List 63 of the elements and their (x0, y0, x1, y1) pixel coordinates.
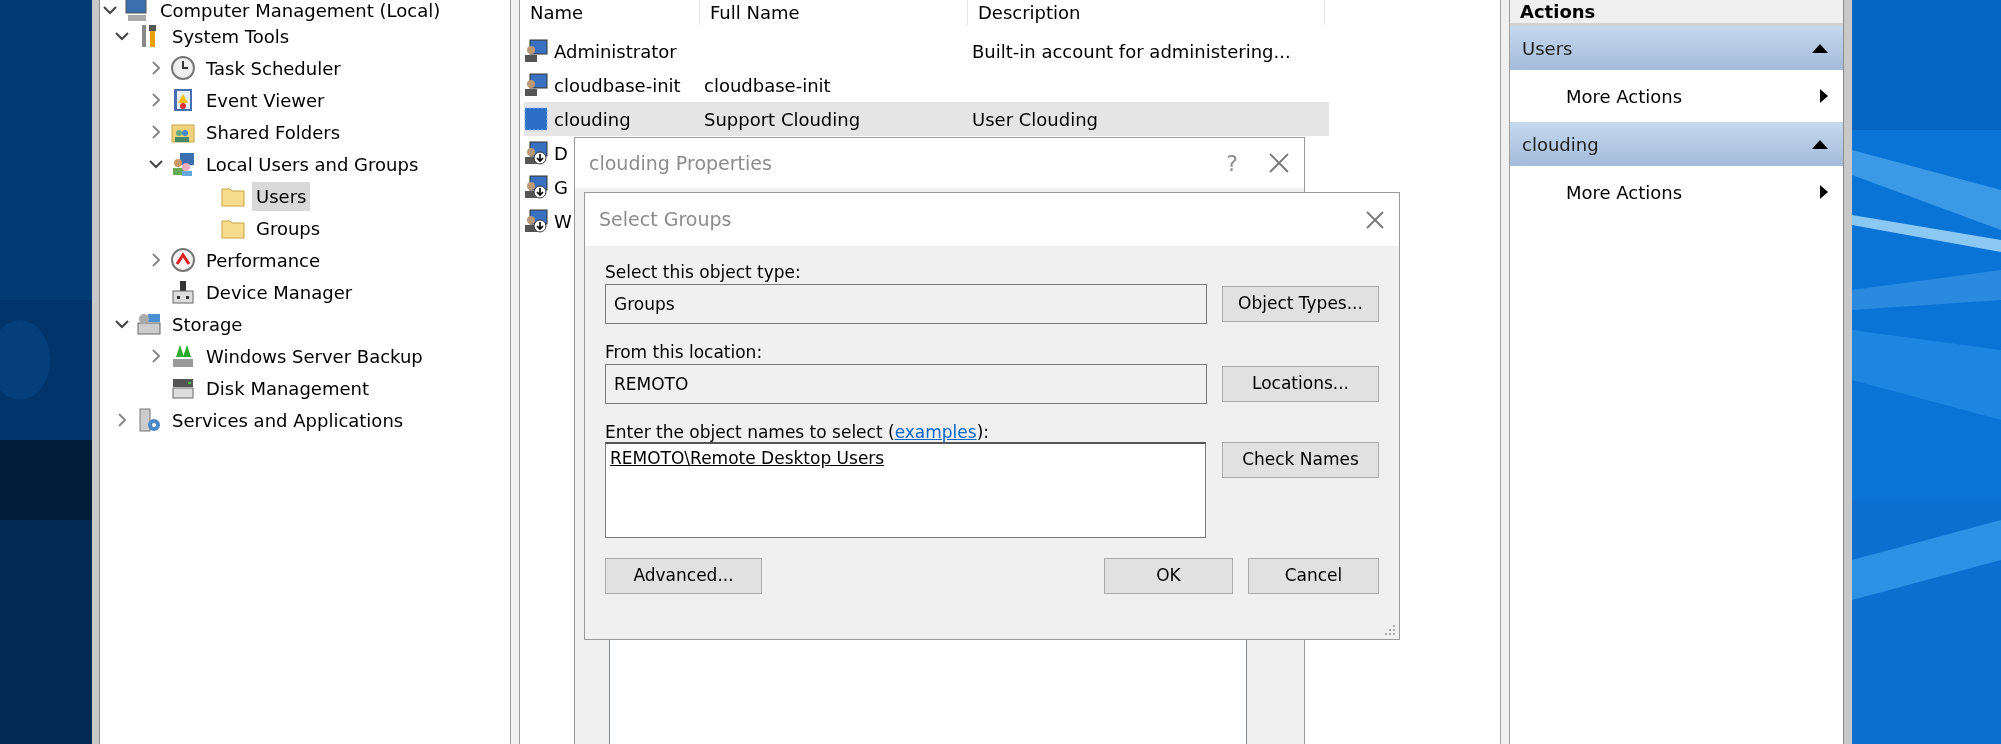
tree-item[interactable]: Groups (252, 213, 325, 243)
table-cell: Built-in account for administering... (972, 40, 1291, 62)
tree-item[interactable]: Performance (202, 245, 325, 275)
tree-item[interactable]: Services and Applications (168, 405, 408, 435)
computer-icon (124, 0, 150, 23)
section-header[interactable]: Users (1510, 26, 1843, 70)
table-cell: clouding (554, 108, 631, 130)
tree-item[interactable]: Disk Management (202, 373, 373, 403)
user-icon (524, 73, 548, 97)
tree-item[interactable]: Local Users and Groups (202, 149, 423, 179)
advanced-button[interactable]: Advanced... (605, 558, 762, 594)
pane-splitter[interactable] (510, 0, 520, 744)
submenu-arrow-icon (1819, 88, 1829, 104)
close-icon[interactable] (1268, 152, 1290, 174)
tree-item[interactable]: Users (252, 181, 311, 211)
table-cell: User Clouding (972, 108, 1098, 130)
check-names-button[interactable]: Check Names (1222, 442, 1379, 478)
clock-icon (170, 55, 196, 81)
table-cell: G (554, 176, 568, 198)
column-header[interactable]: Full Name (700, 0, 968, 25)
names-field[interactable]: REMOTO\Remote Desktop Users (605, 442, 1206, 538)
close-icon[interactable] (1365, 209, 1385, 230)
text-field[interactable]: REMOTO (605, 364, 1207, 404)
column-header[interactable]: Name (520, 0, 700, 25)
table-cell: Support Clouding (704, 108, 861, 130)
pane-splitter[interactable] (1500, 0, 1510, 744)
device-icon (170, 279, 196, 305)
cancel-button[interactable]: Cancel (1248, 558, 1379, 594)
tree-item[interactable]: Storage (168, 309, 247, 339)
resize-grip-icon[interactable] (1384, 624, 1396, 636)
field-label: Select this object type: (605, 261, 802, 284)
locations-button[interactable]: Locations... (1222, 366, 1379, 402)
storage-icon (136, 311, 162, 337)
backup-icon (170, 343, 196, 369)
table-cell: W (554, 210, 572, 232)
tree-item[interactable]: Task Scheduler (202, 53, 345, 83)
ok-button[interactable]: OK (1104, 558, 1233, 594)
tree-item[interactable]: Event Viewer (202, 85, 329, 115)
collapse-icon[interactable] (1811, 138, 1829, 150)
examples-link[interactable]: examples (894, 422, 977, 442)
table-cell: cloudbase-init (704, 74, 831, 96)
table-cell: Administrator (554, 40, 677, 62)
table-cell: cloudbase-init (554, 74, 681, 96)
user-icon (524, 107, 548, 131)
field-label: Enter the object names to select (examples): (605, 421, 991, 444)
collapse-icon[interactable] (1811, 42, 1829, 54)
dialog-title: Select Groups (599, 207, 732, 233)
users-icon (170, 151, 196, 177)
tree-item[interactable]: Device Manager (202, 277, 357, 307)
tree-item[interactable]: Windows Server Backup (202, 341, 427, 371)
gauge-icon (170, 247, 196, 273)
column-header[interactable]: Description (968, 0, 1325, 25)
server-icon (136, 407, 162, 433)
text-field[interactable]: Groups (605, 284, 1207, 324)
submenu-arrow-icon (1819, 184, 1829, 200)
section-header[interactable]: clouding (1510, 122, 1843, 166)
tree-item[interactable]: Shared Folders (202, 117, 345, 147)
table-cell: D (554, 142, 568, 164)
user-icon (524, 39, 548, 63)
dialog-title: clouding Properties (589, 150, 772, 176)
pane-title: Actions (1510, 0, 1843, 26)
field-label: From this location: (605, 341, 764, 364)
object-types-button[interactable]: Object Types... (1222, 286, 1379, 322)
